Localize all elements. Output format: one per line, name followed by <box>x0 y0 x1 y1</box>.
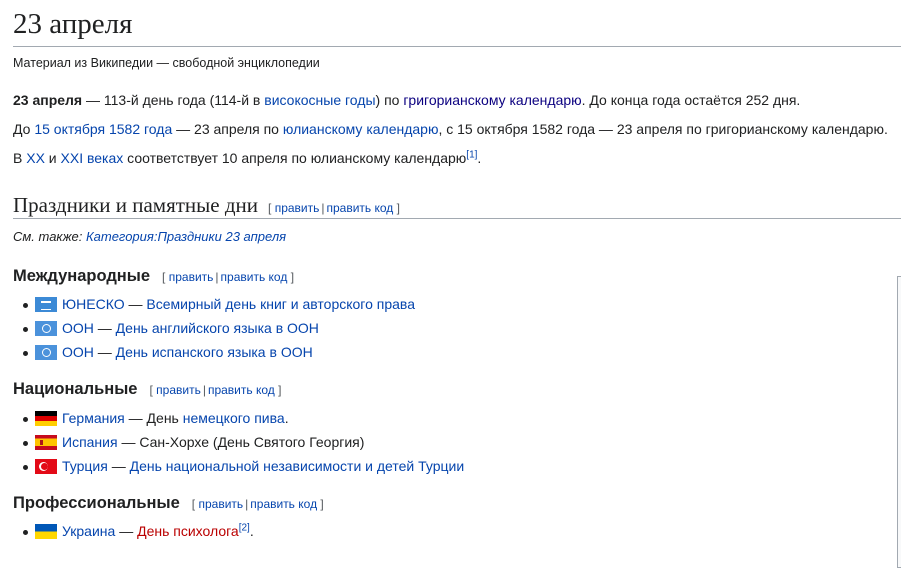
unesco-link[interactable]: ЮНЕСКО <box>62 296 125 312</box>
see-also-label: См. также: <box>13 229 86 244</box>
gregorian-calendar-link[interactable]: григорианскому календарю <box>403 92 581 108</box>
edit-link[interactable]: править <box>198 497 243 511</box>
side-infobox <box>897 276 901 568</box>
section-edit-links: [ править | править код ] <box>268 201 400 215</box>
professional-list: Украина — День психолога[2]. <box>23 520 254 544</box>
german-beer-link[interactable]: немецкого пива <box>183 410 285 426</box>
reference-1-link[interactable]: [1] <box>466 149 477 160</box>
world-book-day-link[interactable]: Всемирный день книг и авторского права <box>146 296 415 312</box>
un-link[interactable]: ООН <box>62 344 94 360</box>
subsection-edit-links: [ править | править код ] <box>149 383 282 397</box>
subsection-title: Международные <box>13 267 151 285</box>
intro-text: . <box>477 150 482 166</box>
intro-paragraph-2: До 15 октября 1582 года — 23 апреля по ю… <box>13 120 888 140</box>
list-item: Германия — День немецкого пива. <box>23 407 464 431</box>
list-item: Украина — День психолога[2]. <box>23 520 254 544</box>
edit-link[interactable]: править <box>275 201 320 215</box>
un-link[interactable]: ООН <box>62 320 94 336</box>
xxi-century-link[interactable]: XXI веках <box>61 150 124 166</box>
english-language-day-link[interactable]: День английского языка в ООН <box>116 320 319 336</box>
ukraine-link[interactable]: Украина <box>62 523 115 539</box>
category-link[interactable]: Категория:Праздники 23 апреля <box>86 229 286 244</box>
germany-flag-icon <box>35 411 57 426</box>
turkey-link[interactable]: Турция <box>62 458 108 474</box>
section-title: Праздники и памятные дни <box>13 193 259 217</box>
see-also-note: См. также: Категория:Праздники 23 апреля <box>13 229 286 244</box>
subsection-heading-international: Международные [ править | править код ] <box>13 266 294 287</box>
intro-text: . До конца года остаётся 252 дня. <box>581 92 801 108</box>
spain-link[interactable]: Испания <box>62 434 118 450</box>
reference-2-link[interactable]: [2] <box>239 522 250 533</box>
intro-paragraph-1: 23 апреля — 113-й день года (114-й в вис… <box>13 91 800 111</box>
turkey-flag-icon <box>35 458 57 474</box>
intro-text: До <box>13 121 35 137</box>
list-item: ЮНЕСКО — Всемирный день книг и авторског… <box>23 293 415 317</box>
title-divider <box>13 46 901 47</box>
edit-link[interactable]: править <box>169 270 214 284</box>
intro-bold-date: 23 апреля <box>13 92 83 108</box>
leap-years-link[interactable]: високосные годы <box>264 92 375 108</box>
edit-link[interactable]: править <box>156 383 201 397</box>
un-flag-icon <box>35 320 57 336</box>
intro-paragraph-3: В XX и XXI веках соответствует 10 апреля… <box>13 149 481 169</box>
unesco-flag-icon <box>35 297 57 312</box>
edit-code-link[interactable]: править код <box>327 201 394 215</box>
intro-text: ) по <box>375 92 404 108</box>
international-list: ЮНЕСКО — Всемирный день книг и авторског… <box>23 293 415 364</box>
julian-calendar-link[interactable]: юлианскому календарю <box>283 121 439 137</box>
edit-code-link[interactable]: править код <box>221 270 288 284</box>
intro-text: , с 15 октября 1582 года — 23 апреля по … <box>438 121 888 137</box>
subsection-edit-links: [ править | править код ] <box>191 497 324 511</box>
list-item: ООН — День английского языка в ООН <box>23 317 415 341</box>
subsection-heading-national: Национальные [ править | править код ] <box>13 379 281 400</box>
edit-code-link[interactable]: править код <box>250 497 317 511</box>
edit-code-link[interactable]: править код <box>208 383 275 397</box>
national-list: Германия — День немецкого пива. Испания … <box>23 407 464 478</box>
psychologist-day-link[interactable]: День психолога <box>137 523 239 539</box>
list-item: Турция — День национальной независимости… <box>23 455 464 479</box>
section-divider <box>13 218 901 219</box>
turkey-independence-day-link[interactable]: День национальной независимости и детей … <box>130 458 465 474</box>
subsection-title: Профессиональные <box>13 494 180 512</box>
intro-text: — 23 апреля по <box>172 121 283 137</box>
intro-text: соответствует 10 апреля по юлианскому ка… <box>123 150 467 166</box>
intro-text: — 113-й день года (114-й в <box>82 92 265 108</box>
germany-link[interactable]: Германия <box>62 410 125 426</box>
october-1582-link[interactable]: 15 октября 1582 года <box>34 121 172 137</box>
un-flag-icon <box>35 344 57 360</box>
subsection-heading-professional: Профессиональные [ править | править код ] <box>13 493 324 514</box>
subsection-edit-links: [ править | править код ] <box>162 270 295 284</box>
page-title: 23 апреля <box>13 8 133 40</box>
spain-flag-icon <box>35 434 57 450</box>
list-item: Испания — Сан-Хорхе (День Святого Георги… <box>23 431 464 455</box>
site-subtitle: Материал из Википедии — свободной энцикл… <box>13 56 320 70</box>
spanish-language-day-link[interactable]: День испанского языка в ООН <box>116 344 313 360</box>
section-heading-holidays: Праздники и памятные дни [ править | правит… <box>13 192 400 219</box>
ukraine-flag-icon <box>35 524 57 539</box>
intro-text: В <box>13 150 27 166</box>
subsection-title: Национальные <box>13 380 138 398</box>
list-item: ООН — День испанского языка в ООН <box>23 341 415 365</box>
intro-text: и <box>44 150 61 166</box>
xx-century-link[interactable]: XX <box>26 150 45 166</box>
